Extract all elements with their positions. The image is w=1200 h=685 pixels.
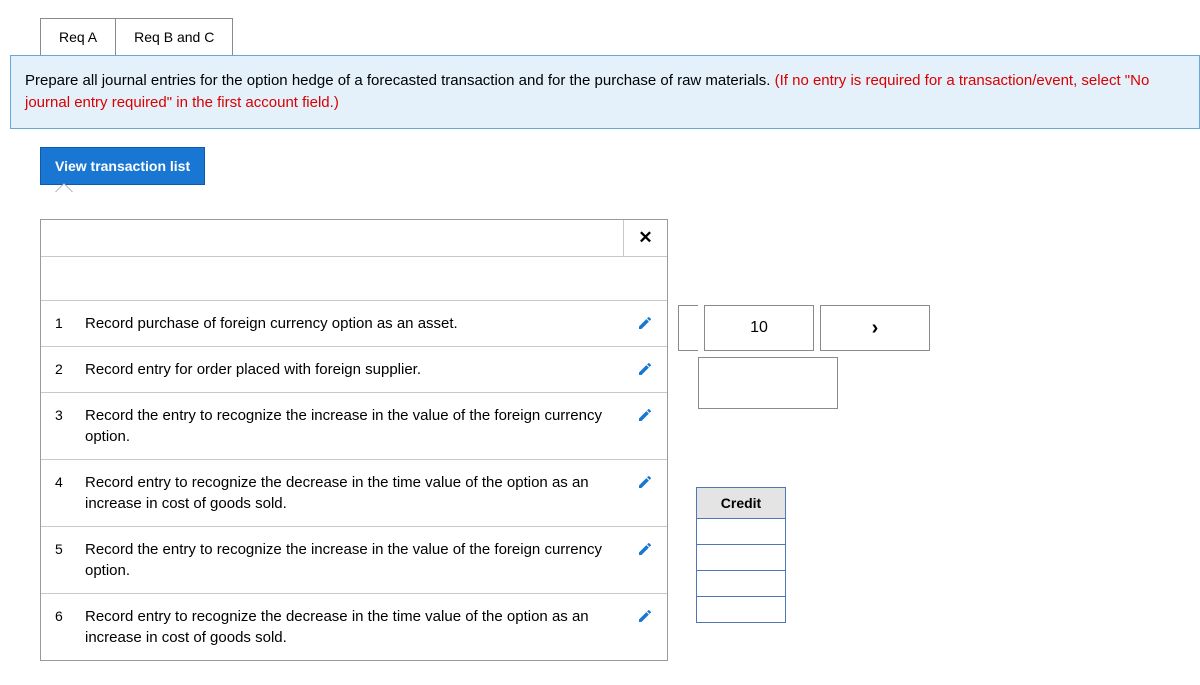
transaction-text: Record purchase of foreign currency opti… <box>85 313 625 334</box>
chevron-right-icon: › <box>872 317 879 340</box>
close-icon: ✕ <box>638 228 652 248</box>
pager-current: 10 <box>704 305 814 351</box>
instruction-text: Prepare all journal entries for the opti… <box>25 72 775 89</box>
transaction-item: 5 Record the entry to recognize the incre… <box>41 527 667 594</box>
pencil-icon <box>637 318 653 334</box>
transaction-item: 3 Record the entry to recognize the incre… <box>41 393 667 460</box>
view-transaction-list-button[interactable]: View transaction list <box>40 147 205 185</box>
edit-button[interactable] <box>637 405 657 426</box>
transaction-number: 2 <box>55 359 73 377</box>
transaction-text: Record the entry to recognize the increa… <box>85 539 625 581</box>
background-cell[interactable] <box>698 357 838 409</box>
edit-button[interactable] <box>637 606 657 627</box>
instruction-banner: Prepare all journal entries for the opti… <box>10 55 1200 129</box>
transaction-list: 1 Record purchase of foreign currency opt… <box>41 301 667 660</box>
pencil-icon <box>637 544 653 560</box>
transaction-number: 3 <box>55 405 73 423</box>
credit-cell[interactable] <box>696 545 786 571</box>
edit-button[interactable] <box>637 472 657 493</box>
transaction-number: 4 <box>55 472 73 490</box>
pager: 10 › <box>678 305 930 351</box>
tab-req-a[interactable]: Req A <box>40 18 116 55</box>
background-worksheet: 10 › Credit <box>668 219 930 623</box>
credit-cells <box>696 519 930 623</box>
pencil-icon <box>637 477 653 493</box>
tabs: Req A Req B and C <box>40 18 1200 55</box>
pencil-icon <box>637 364 653 380</box>
transaction-item: 4 Record entry to recognize the decrease … <box>41 460 667 527</box>
tab-req-b-c[interactable]: Req B and C <box>116 18 233 55</box>
transaction-text: Record entry for order placed with forei… <box>85 359 625 380</box>
pager-prev-partial[interactable] <box>678 305 698 351</box>
credit-cell[interactable] <box>696 519 786 545</box>
transaction-item: 1 Record purchase of foreign currency opt… <box>41 301 667 347</box>
close-button[interactable]: ✕ <box>623 220 667 256</box>
transaction-number: 1 <box>55 313 73 331</box>
transaction-number: 6 <box>55 606 73 624</box>
credit-cell[interactable] <box>696 571 786 597</box>
pencil-icon <box>637 410 653 426</box>
transaction-text: Record the entry to recognize the increa… <box>85 405 625 447</box>
edit-button[interactable] <box>637 539 657 560</box>
credit-column-header: Credit <box>696 487 786 519</box>
edit-button[interactable] <box>637 359 657 380</box>
transaction-list-panel: ✕ 1 Record purchase of foreign currency o… <box>40 219 668 661</box>
transaction-text: Record entry to recognize the decrease i… <box>85 472 625 514</box>
transaction-item: 6 Record entry to recognize the decrease … <box>41 594 667 660</box>
pencil-icon <box>637 611 653 627</box>
transaction-item: 2 Record entry for order placed with fore… <box>41 347 667 393</box>
transaction-number: 5 <box>55 539 73 557</box>
panel-spacer <box>41 257 667 301</box>
edit-button[interactable] <box>637 313 657 334</box>
credit-cell[interactable] <box>696 597 786 623</box>
pager-next[interactable]: › <box>820 305 930 351</box>
transaction-text: Record entry to recognize the decrease i… <box>85 606 625 648</box>
